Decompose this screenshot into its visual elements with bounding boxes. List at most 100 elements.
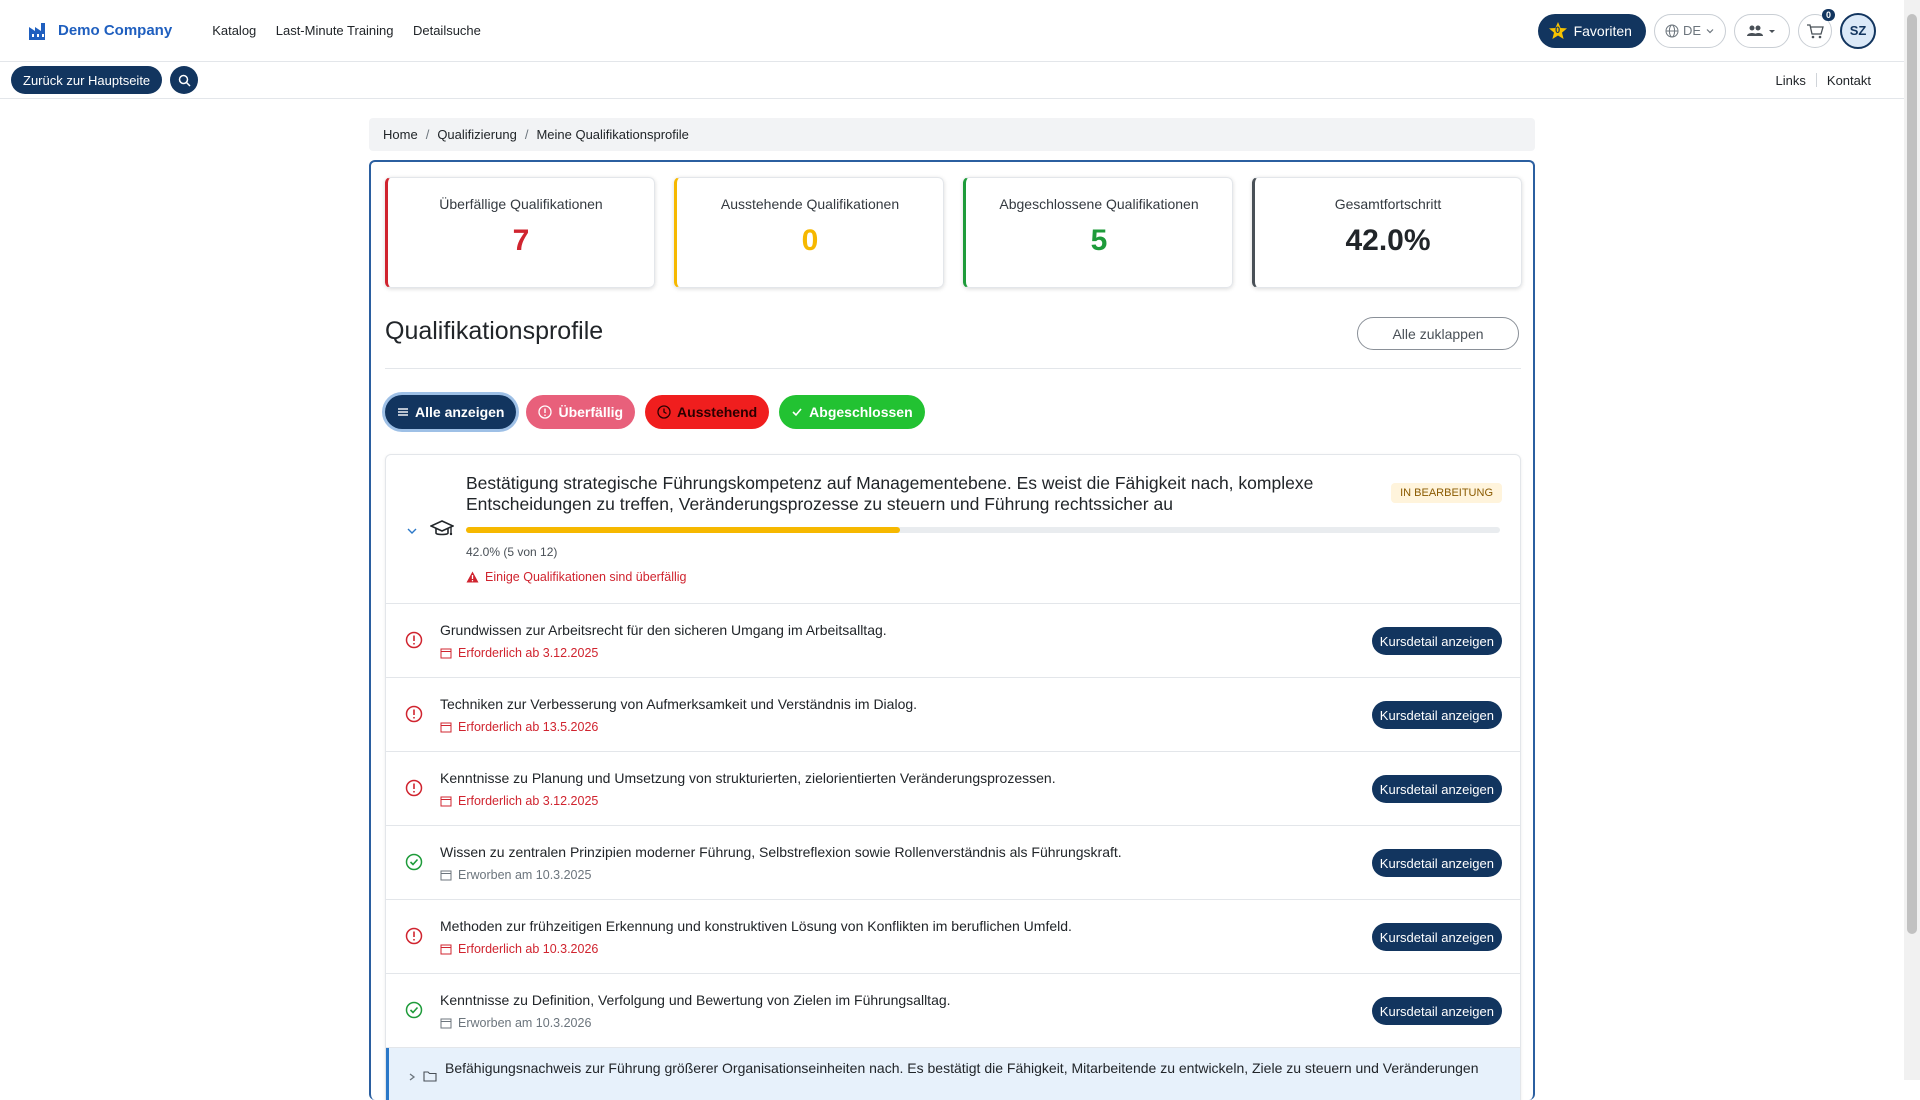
qualification-date: Erforderlich ab 3.12.2025 <box>440 646 598 660</box>
graduation-cap-icon <box>430 520 454 536</box>
filter-pending-button[interactable]: Ausstehend <box>645 395 770 429</box>
qualification-date-text: Erworben am 10.3.2025 <box>458 868 592 882</box>
stat-card-overdue: Überfällige Qualifikationen 7 <box>385 177 655 288</box>
breadcrumb-home[interactable]: Home <box>383 127 418 142</box>
overdue-warning-text: Einige Qualifikationen sind überfällig <box>485 570 687 584</box>
qualification-date: Erforderlich ab 3.12.2025 <box>440 794 598 808</box>
calendar-icon <box>440 1018 452 1029</box>
caret-down-icon <box>1769 29 1775 33</box>
profile-header[interactable]: Bestätigung strategische Führungskompete… <box>386 455 1520 604</box>
qualification-title: Wissen zu zentralen Prinzipien moderner … <box>440 844 1122 860</box>
qualification-row: Grundwissen zur Arbeitsrecht für den sic… <box>386 604 1520 678</box>
stat-card-completed: Abgeschlossene Qualifikationen 5 <box>963 177 1233 288</box>
calendar-icon <box>440 796 452 807</box>
cart-button[interactable]: 0 <box>1798 8 1835 48</box>
nav-last-minute-training[interactable]: Last-Minute Training <box>276 23 394 38</box>
qualification-title: Kenntnisse zu Definition, Verfolgung und… <box>440 992 951 1008</box>
top-navbar: Demo Company Katalog Last-Minute Trainin… <box>0 0 1904 62</box>
clock-icon <box>657 405 671 419</box>
qualification-row: Kenntnisse zu Definition, Verfolgung und… <box>386 974 1520 1048</box>
alert-circle-icon <box>538 405 553 419</box>
qualification-title: Grundwissen zur Arbeitsrecht für den sic… <box>440 622 887 638</box>
stat-title: Überfällige Qualifikationen <box>439 196 603 212</box>
qualification-date-text: Erforderlich ab 10.3.2026 <box>458 942 599 956</box>
language-select[interactable]: DE <box>1653 13 1726 48</box>
qualification-row: Kenntnisse zu Planung und Umsetzung von … <box>386 752 1520 826</box>
qualification-date-text: Erforderlich ab 3.12.2025 <box>458 794 599 808</box>
sub-navbar: Zurück zur Hauptseite Links Kontakt <box>0 62 1904 99</box>
section-title: Qualifikationsprofile <box>385 317 604 345</box>
cart-count-badge: 0 <box>1821 8 1835 21</box>
list-icon <box>398 408 408 416</box>
filter-completed-button[interactable]: Abgeschlossen <box>779 395 925 429</box>
main-nav: Katalog Last-Minute Training Detailsuche <box>212 22 496 40</box>
back-to-main-button[interactable]: Zurück zur Hauptseite <box>11 66 163 94</box>
filter-overdue-button[interactable]: Überfällig <box>526 395 636 429</box>
brand-name: Demo Company <box>58 22 173 39</box>
stat-value: 7 <box>512 224 530 257</box>
course-detail-button[interactable]: Kursdetail anzeigen <box>1371 849 1502 877</box>
stats-cards: Überfällige Qualifikationen 7 Ausstehend… <box>385 177 1522 288</box>
divider <box>1815 73 1817 87</box>
star-icon: 0 <box>1548 21 1568 41</box>
chevron-down-icon[interactable] <box>406 525 418 537</box>
collapse-all-button[interactable]: Alle zuklappen <box>1357 317 1519 350</box>
qualification-date: Erworben am 10.3.2025 <box>440 868 591 882</box>
progress-text: 42.0% (5 von 12) <box>466 545 558 559</box>
brand-logo[interactable]: Demo Company <box>28 21 172 41</box>
calendar-icon <box>440 870 452 881</box>
stat-title: Gesamtfortschritt <box>1334 196 1442 212</box>
filter-label: Alle anzeigen <box>415 404 505 420</box>
filter-label: Überfällig <box>558 404 624 420</box>
overdue-warning: Einige Qualifikationen sind überfällig <box>466 570 687 584</box>
nav-katalog[interactable]: Katalog <box>212 23 256 38</box>
page-scrollbar[interactable] <box>1904 0 1920 1080</box>
favorites-count: 0 <box>1555 24 1561 35</box>
qualification-row: Wissen zu zentralen Prinzipien moderner … <box>386 826 1520 900</box>
qualification-row: Methoden zur frühzeitigen Erkennung und … <box>386 900 1520 974</box>
course-detail-button[interactable]: Kursdetail anzeigen <box>1371 997 1502 1025</box>
calendar-icon <box>440 648 452 659</box>
check-icon <box>792 408 802 417</box>
links-link[interactable]: Links <box>1776 73 1806 88</box>
users-icon <box>1747 25 1763 36</box>
breadcrumb-qualifizierung[interactable]: Qualifizierung <box>437 127 517 142</box>
qualification-date-text: Erforderlich ab 13.5.2026 <box>458 720 599 734</box>
qualification-date: Erforderlich ab 13.5.2026 <box>440 720 598 734</box>
favorites-button[interactable]: 0 Favoriten <box>1537 13 1646 48</box>
stat-card-pending: Ausstehende Qualifikationen 0 <box>674 177 944 288</box>
sub-profile-title: Befähigungsnachweis zur Führung größerer… <box>445 1060 1479 1076</box>
stat-title: Ausstehende Qualifikationen <box>720 196 900 212</box>
alert-circle-icon <box>405 779 423 797</box>
stat-value: 42.0% <box>1345 224 1431 257</box>
main-content: Überfällige Qualifikationen 7 Ausstehend… <box>369 160 1535 1100</box>
qualification-date: Erforderlich ab 10.3.2026 <box>440 942 598 956</box>
progress-bar-fill <box>466 527 901 533</box>
stat-value: 0 <box>801 224 819 257</box>
search-icon <box>178 74 191 87</box>
qualification-date: Erworben am 10.3.2026 <box>440 1016 591 1030</box>
user-avatar[interactable]: SZ <box>1840 12 1876 49</box>
calendar-icon <box>440 944 452 955</box>
check-circle-icon <box>405 853 423 871</box>
qualification-title: Techniken zur Verbesserung von Aufmerksa… <box>440 696 918 712</box>
chevron-down-icon <box>1706 28 1714 33</box>
course-detail-button[interactable]: Kursdetail anzeigen <box>1371 775 1502 803</box>
calendar-icon <box>440 722 452 733</box>
alert-circle-icon <box>405 631 423 649</box>
breadcrumb-separator: / <box>425 127 430 142</box>
contact-link[interactable]: Kontakt <box>1827 73 1871 88</box>
search-button[interactable] <box>170 66 199 94</box>
stat-card-total-progress: Gesamtfortschritt 42.0% <box>1252 177 1522 288</box>
filter-all-button[interactable]: Alle anzeigen <box>385 395 517 429</box>
user-group-menu[interactable] <box>1734 13 1790 48</box>
filter-label: Abgeschlossen <box>809 404 913 420</box>
chevron-right-icon <box>409 1073 416 1081</box>
course-detail-button[interactable]: Kursdetail anzeigen <box>1371 923 1502 951</box>
course-detail-button[interactable]: Kursdetail anzeigen <box>1371 701 1502 729</box>
course-detail-button[interactable]: Kursdetail anzeigen <box>1371 627 1502 655</box>
nav-detailsuche[interactable]: Detailsuche <box>413 23 481 38</box>
scrollbar-thumb[interactable] <box>1907 14 1917 934</box>
favorites-label: Favoriten <box>1573 22 1632 39</box>
sub-profile-row[interactable]: Befähigungsnachweis zur Führung größerer… <box>386 1048 1520 1100</box>
